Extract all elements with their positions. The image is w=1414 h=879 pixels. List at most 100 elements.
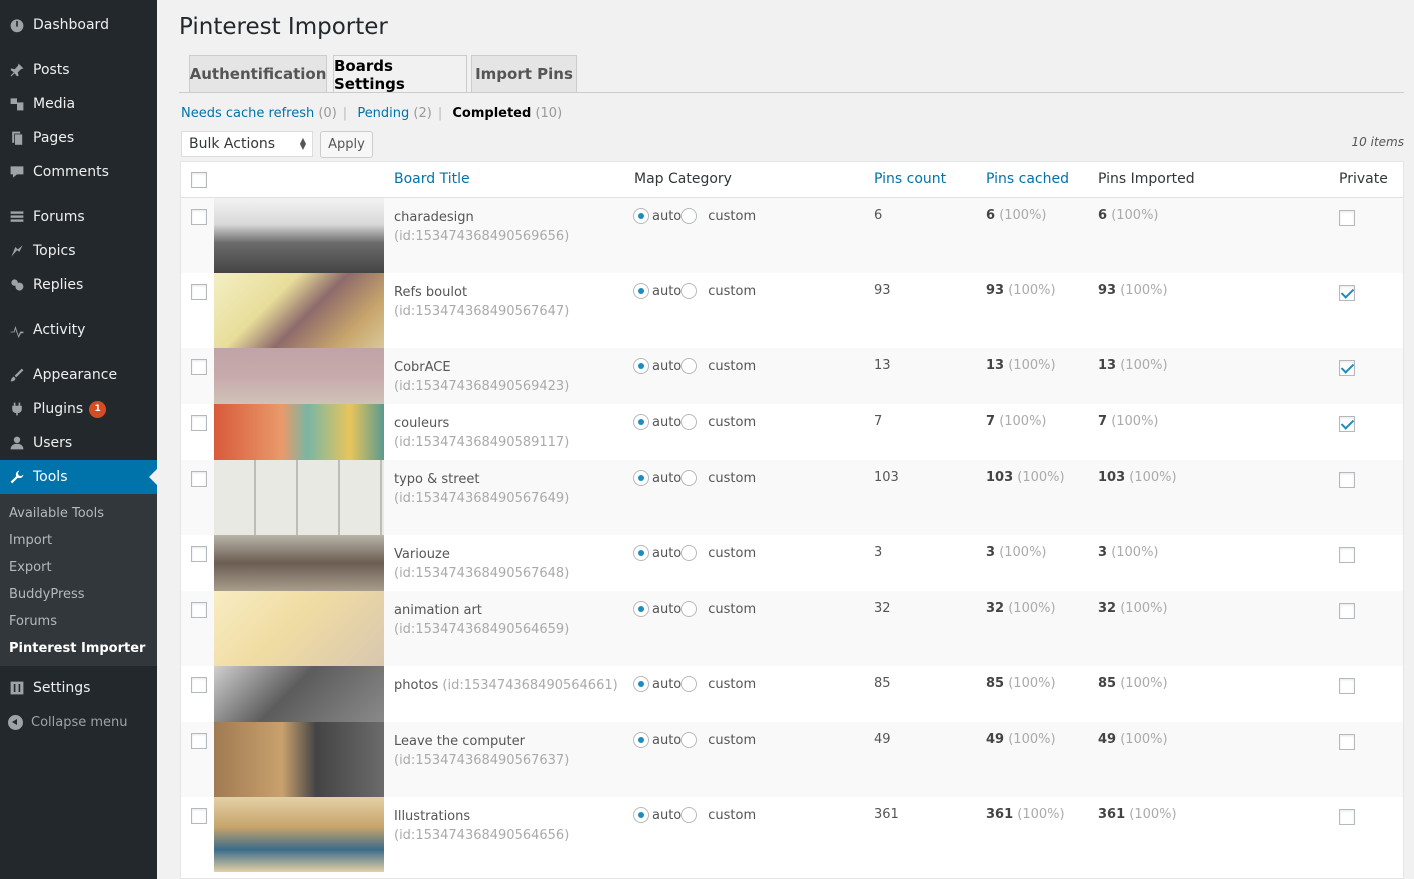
submenu-item-export[interactable]: Export: [9, 560, 52, 575]
private-checkbox[interactable]: [1339, 360, 1355, 376]
bulk-actions-select[interactable]: Bulk Actions ▲ ▼: [181, 131, 313, 157]
radio-custom[interactable]: [681, 601, 698, 617]
private-checkbox[interactable]: [1339, 416, 1355, 432]
radio-custom[interactable]: [681, 414, 698, 430]
radio-custom[interactable]: [681, 470, 698, 486]
row-checkbox[interactable]: [191, 733, 207, 749]
radio-auto[interactable]: [633, 807, 649, 823]
row-checkbox[interactable]: [191, 677, 207, 693]
map-category-options: auto custom: [633, 545, 756, 561]
radio-auto[interactable]: [633, 414, 649, 430]
radio-auto[interactable]: [633, 601, 649, 617]
radio-custom[interactable]: [681, 732, 698, 748]
board-thumbnail: [214, 460, 384, 535]
topics-icon: [0, 243, 33, 259]
radio-custom[interactable]: [681, 545, 698, 561]
items-count: 10 items: [1351, 135, 1404, 149]
pins-imported-value: 93: [1098, 283, 1117, 298]
page-title: Pinterest Importer: [179, 14, 388, 40]
pins-count: 3: [874, 545, 883, 560]
private-checkbox[interactable]: [1339, 734, 1355, 750]
radio-custom[interactable]: [681, 676, 698, 692]
select-all-checkbox[interactable]: [191, 172, 207, 188]
row-checkbox[interactable]: [191, 209, 207, 225]
radio-auto[interactable]: [633, 732, 649, 748]
radio-custom-label: custom: [708, 358, 757, 374]
tab-boards-settings[interactable]: Boards Settings: [333, 55, 467, 93]
radio-auto[interactable]: [633, 676, 649, 692]
radio-custom[interactable]: [681, 283, 698, 299]
submenu-item-pinterest-importer[interactable]: Pinterest Importer: [9, 641, 145, 656]
menu-item-label: Users: [33, 435, 73, 451]
board-title-cell: typo & street (id:153474368490567649): [394, 470, 619, 508]
private-checkbox[interactable]: [1339, 472, 1355, 488]
filter-count: (0): [318, 106, 337, 121]
map-category-options: auto custom: [633, 283, 756, 299]
submenu-item-import[interactable]: Import: [9, 533, 52, 548]
submenu-item-buddypress[interactable]: BuddyPress: [9, 587, 85, 602]
row-checkbox[interactable]: [191, 546, 207, 562]
row-checkbox[interactable]: [191, 284, 207, 300]
private-checkbox[interactable]: [1339, 809, 1355, 825]
filter-pending[interactable]: Pending: [357, 106, 409, 121]
column-board-title[interactable]: Board Title: [394, 171, 470, 187]
board-id: (id:153474368490569423): [394, 379, 570, 394]
menu-item-topics[interactable]: Topics: [0, 234, 157, 268]
menu-item-dashboard[interactable]: Dashboard: [0, 8, 157, 42]
row-checkbox[interactable]: [191, 471, 207, 487]
column-private: Private: [1339, 171, 1388, 187]
radio-auto[interactable]: [633, 545, 649, 561]
row-checkbox[interactable]: [191, 415, 207, 431]
private-checkbox[interactable]: [1339, 547, 1355, 563]
column-pins-cached[interactable]: Pins cached: [986, 171, 1069, 187]
tab-authentification[interactable]: Authentification: [189, 55, 327, 92]
private-checkbox[interactable]: [1339, 678, 1355, 694]
radio-custom[interactable]: [681, 208, 698, 224]
radio-custom[interactable]: [681, 358, 698, 374]
menu-item-users[interactable]: Users: [0, 426, 157, 460]
pins-cached-percent: (100%): [999, 414, 1047, 429]
tab-import-pins[interactable]: Import Pins: [471, 55, 577, 92]
filter-completed[interactable]: Completed: [452, 106, 531, 121]
radio-custom[interactable]: [681, 807, 698, 823]
menu-item-posts[interactable]: Posts: [0, 53, 157, 87]
menu-item-tools[interactable]: Tools: [0, 460, 157, 494]
menu-item-replies[interactable]: Replies: [0, 268, 157, 302]
menu-item-forums[interactable]: Forums: [0, 200, 157, 234]
menu-item-appearance[interactable]: Appearance: [0, 358, 157, 392]
menu-item-media[interactable]: Media: [0, 87, 157, 121]
row-checkbox[interactable]: [191, 359, 207, 375]
radio-auto[interactable]: [633, 470, 649, 486]
board-title: typo & street: [394, 472, 480, 487]
pins-count: 103: [874, 470, 899, 485]
pins-count: 13: [874, 358, 891, 373]
activity-icon: [0, 322, 33, 338]
pins-cached-percent: (100%): [1008, 283, 1056, 298]
radio-auto[interactable]: [633, 283, 649, 299]
submenu-item-forums[interactable]: Forums: [9, 614, 57, 629]
private-checkbox[interactable]: [1339, 210, 1355, 226]
column-pins-count[interactable]: Pins count: [874, 171, 946, 187]
collapse-menu-button[interactable]: Collapse menu: [0, 708, 157, 736]
private-checkbox[interactable]: [1339, 603, 1355, 619]
radio-auto[interactable]: [633, 358, 649, 374]
menu-item-activity[interactable]: Activity: [0, 313, 157, 347]
submenu-item-available-tools[interactable]: Available Tools: [9, 506, 104, 521]
apply-button[interactable]: Apply: [320, 131, 373, 158]
menu-item-plugins[interactable]: Plugins 1: [0, 392, 157, 426]
pins-cached-value: 7: [986, 414, 996, 429]
menu-item-label: Posts: [33, 62, 70, 78]
pins-imported-value: 6: [1098, 208, 1108, 223]
radio-auto[interactable]: [633, 208, 649, 224]
private-checkbox[interactable]: [1339, 285, 1355, 301]
row-checkbox[interactable]: [191, 602, 207, 618]
board-id: (id:153474368490589117): [394, 435, 570, 450]
row-checkbox[interactable]: [191, 808, 207, 824]
menu-item-comments[interactable]: Comments: [0, 155, 157, 189]
menu-item-pages[interactable]: Pages: [0, 121, 157, 155]
filter-needs-cache-refresh[interactable]: Needs cache refresh: [181, 106, 314, 121]
radio-custom-label: custom: [708, 807, 757, 823]
radio-auto-label: auto: [652, 732, 682, 748]
menu-item-settings[interactable]: Settings: [0, 671, 157, 705]
comment-icon: [0, 164, 33, 180]
